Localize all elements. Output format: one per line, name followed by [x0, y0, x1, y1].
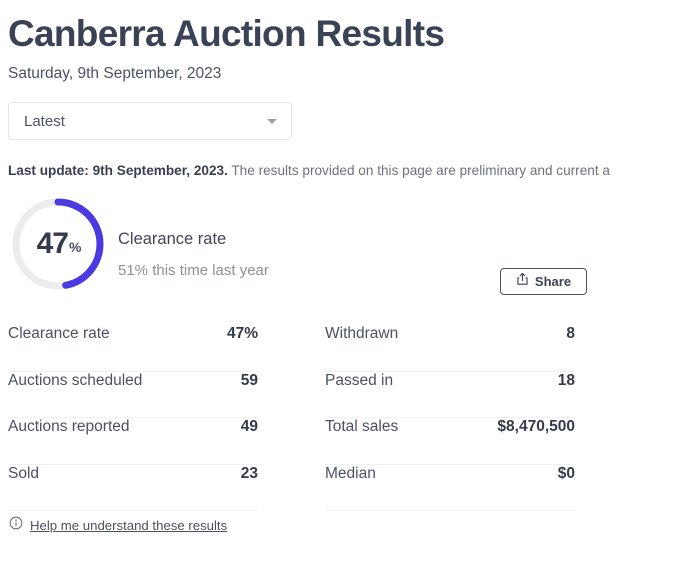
table-row: Auctions scheduled 59: [8, 372, 258, 419]
table-row: Clearance rate 47%: [8, 325, 258, 372]
stat-value: $0: [558, 465, 575, 483]
clearance-rate-label: Clearance rate: [118, 228, 269, 250]
table-row: Withdrawn 8: [325, 325, 575, 372]
results-period-select[interactable]: Latest: [8, 102, 292, 140]
help-link[interactable]: Help me understand these results: [9, 516, 227, 535]
table-row: Auctions reported 49: [8, 418, 258, 465]
share-button-label: Share: [535, 274, 571, 289]
stat-label: Auctions scheduled: [8, 372, 142, 390]
info-circle-icon: [9, 516, 23, 535]
table-row: Total sales $8,470,500: [325, 418, 575, 465]
clearance-rate-value: 47 %: [8, 194, 108, 294]
last-update-label: Last update: 9th September, 2023.: [8, 163, 228, 178]
clearance-rate-number: 47: [37, 229, 68, 259]
stat-value: 18: [558, 372, 575, 390]
page-subtitle-date: Saturday, 9th September, 2023: [0, 56, 683, 84]
statistics-section: Clearance rate 47% Auctions scheduled 59…: [0, 325, 683, 511]
clearance-rate-text: Clearance rate 51% this time last year: [118, 228, 269, 282]
stat-value: 23: [241, 465, 258, 483]
share-upload-icon: [516, 272, 529, 291]
stat-label: Auctions reported: [8, 418, 130, 436]
clearance-rate-percent-sign: %: [69, 240, 81, 254]
stat-value: $8,470,500: [497, 418, 575, 436]
stat-label: Total sales: [325, 418, 398, 436]
table-row: Passed in 18: [325, 372, 575, 419]
stat-value: 8: [566, 325, 575, 343]
table-row: Median $0: [325, 465, 575, 512]
clearance-rate-comparison: 51% this time last year: [118, 260, 269, 282]
share-button[interactable]: Share: [500, 268, 587, 295]
statistics-column-left: Clearance rate 47% Auctions scheduled 59…: [8, 325, 258, 511]
results-period-select-value: Latest: [24, 113, 65, 130]
stat-value: 47%: [227, 325, 258, 343]
last-update-disclaimer: Last update: 9th September, 2023. The re…: [0, 140, 683, 180]
table-row: Sold 23: [8, 465, 258, 512]
disclaimer-text: The results provided on this page are pr…: [228, 163, 610, 178]
stat-value: 49: [241, 418, 258, 436]
statistics-column-right: Withdrawn 8 Passed in 18 Total sales $8,…: [325, 325, 575, 511]
page-title: Canberra Auction Results: [0, 0, 683, 56]
stat-label: Clearance rate: [8, 325, 110, 343]
auction-results-page: Canberra Auction Results Saturday, 9th S…: [0, 0, 683, 563]
chevron-down-icon: [267, 119, 277, 124]
stat-label: Median: [325, 465, 376, 483]
stat-label: Withdrawn: [325, 325, 398, 343]
stat-value: 59: [241, 372, 258, 390]
stat-label: Passed in: [325, 372, 393, 390]
help-link-label: Help me understand these results: [30, 518, 227, 533]
stat-label: Sold: [8, 465, 39, 483]
